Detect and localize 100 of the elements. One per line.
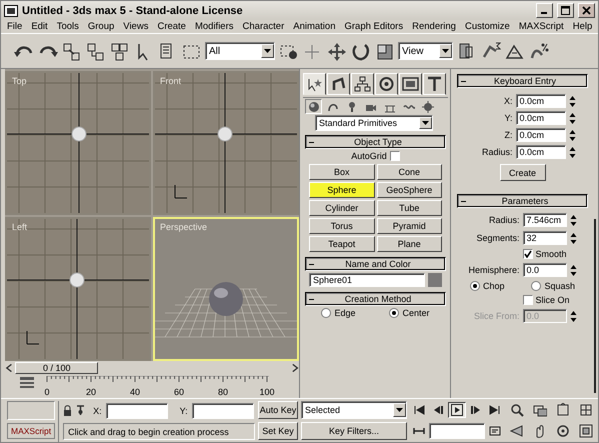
input-field[interactable]: 7.546cm [522,213,566,227]
previous-frame-icon[interactable] [5,363,14,373]
display-icon [402,76,419,92]
panel-tab[interactable] [375,73,398,95]
panel-tab[interactable] [423,73,446,95]
frame-field[interactable] [429,423,485,439]
input-field[interactable]: 0.0cm [516,128,566,142]
name-field[interactable]: Sphere01 [309,273,425,287]
object-type-button[interactable]: Pyramid [376,218,442,234]
time-configuration-icon[interactable] [489,425,501,437]
radio-button[interactable] [389,308,400,318]
category-button[interactable] [305,99,322,114]
reference-coordinate-dropdown[interactable]: View [398,42,453,60]
object-type-button[interactable]: Teapot [309,236,374,252]
key-filters-button[interactable]: Key Filters... [301,422,407,440]
timeline-ruler[interactable]: 0 20 40 60 80 100 [43,376,288,400]
maximize-button[interactable] [557,3,574,18]
menu-item[interactable]: Group [88,21,114,32]
spinner-arrows-icon[interactable] [568,94,576,108]
arc-rotate-icon[interactable] [556,424,570,438]
auto-key-button[interactable]: Auto Key [258,401,298,419]
spinner-arrows-icon[interactable] [568,112,576,124]
panel-tab[interactable] [327,73,350,95]
radio-label: Chop [482,281,504,291]
x-coordinate-field[interactable] [106,402,168,418]
menu-item[interactable]: File [7,21,22,32]
menu-item[interactable]: Help [572,21,592,32]
field-of-view-icon[interactable] [510,424,524,438]
category-dropdown[interactable]: Standard Primitives [315,115,433,131]
create-button[interactable]: Create [500,164,546,181]
object-type-button[interactable]: GeoSphere [376,182,442,198]
field-label: X: [502,96,512,106]
link-icon[interactable] [61,40,82,62]
color-swatch[interactable] [428,273,442,287]
category-button[interactable] [419,99,436,114]
minimize-button[interactable] [536,3,553,18]
zoom-icon[interactable] [510,403,524,417]
checkbox[interactable] [522,295,532,305]
selection-filter-dropdown[interactable]: All [205,42,275,60]
spinner-arrows-icon[interactable] [570,264,576,276]
panel-tab[interactable] [351,73,374,95]
lock-icon[interactable] [63,405,72,416]
spinner-arrows-icon[interactable] [570,310,576,322]
y-coordinate-field[interactable] [192,402,254,418]
input-field[interactable]: 0.0cm [516,94,566,108]
menu-item[interactable]: MAXScript [518,21,564,32]
object-type-button[interactable]: Cylinder [309,200,374,216]
listener-field[interactable] [7,401,56,420]
move-icon[interactable] [326,40,347,62]
menu-item[interactable]: Animation [293,21,336,32]
input-field[interactable]: 0.0 [522,263,566,277]
radio-button[interactable] [470,281,480,291]
menu-item[interactable]: Views [123,21,148,32]
menu-item[interactable]: Modifiers [194,21,234,32]
panel-tab[interactable] [399,73,422,95]
key-mode-dropdown[interactable]: Selected [301,401,407,419]
object-type-button[interactable]: Box [309,164,374,180]
input-field[interactable]: 32 [522,231,566,245]
rollout-header[interactable]: Creation Method [305,292,446,306]
rollout-header[interactable]: Keyboard Entry [457,74,588,88]
object-type-button[interactable]: Plane [376,236,442,252]
zoom-extents-all-icon[interactable] [579,403,593,417]
maxscript-listener[interactable]: MAXScript [7,423,56,439]
menu-item[interactable]: Graph Editors [344,21,404,32]
spinner-arrows-icon[interactable] [568,146,576,158]
menu-item[interactable]: Create [157,21,186,32]
spinner-arrows-icon[interactable] [570,214,576,226]
input-field[interactable]: 0.0cm [516,111,566,125]
menu-item[interactable]: Customize [464,21,510,32]
maximize-viewport-icon[interactable] [579,424,593,438]
object-type-button[interactable]: Sphere [309,182,374,198]
menu-item[interactable]: Rendering [412,21,456,32]
bind-icon[interactable] [109,40,130,62]
spinner-arrows-icon[interactable] [570,232,576,244]
checkbox[interactable] [390,151,400,161]
time-slider-thumb[interactable]: 0 / 100 [15,362,98,374]
next-frame-icon[interactable] [290,363,299,373]
playback-button[interactable] [448,402,466,418]
radio-button[interactable] [531,281,542,291]
object-type-button[interactable]: Torus [309,218,374,234]
close-button[interactable] [578,3,595,18]
object-type-button[interactable]: Tube [376,200,442,216]
menu-item[interactable]: Tools [56,21,79,32]
time-slider[interactable]: 0 / 100 [15,362,289,374]
menu-item[interactable]: Edit [31,21,48,32]
rollout-header[interactable]: Name and Color [305,257,446,271]
zoom-extents-icon[interactable] [556,403,570,417]
radio-button[interactable] [321,308,332,318]
track-bar-icon[interactable] [19,376,35,388]
set-key-button[interactable]: Set Key [258,422,298,440]
checkbox[interactable] [522,249,532,259]
rollout-header[interactable]: Object Type [305,135,446,149]
object-type-button[interactable]: Cone [376,164,442,180]
panel-tab[interactable] [303,73,326,95]
unlink-icon[interactable] [85,40,106,62]
menu-item[interactable]: Character [242,21,284,32]
zoom-all-icon[interactable] [533,403,547,417]
input-field[interactable]: 0.0cm [516,145,566,159]
spinner-arrows-icon[interactable] [568,128,576,142]
rollout-header[interactable]: Parameters [457,194,588,208]
